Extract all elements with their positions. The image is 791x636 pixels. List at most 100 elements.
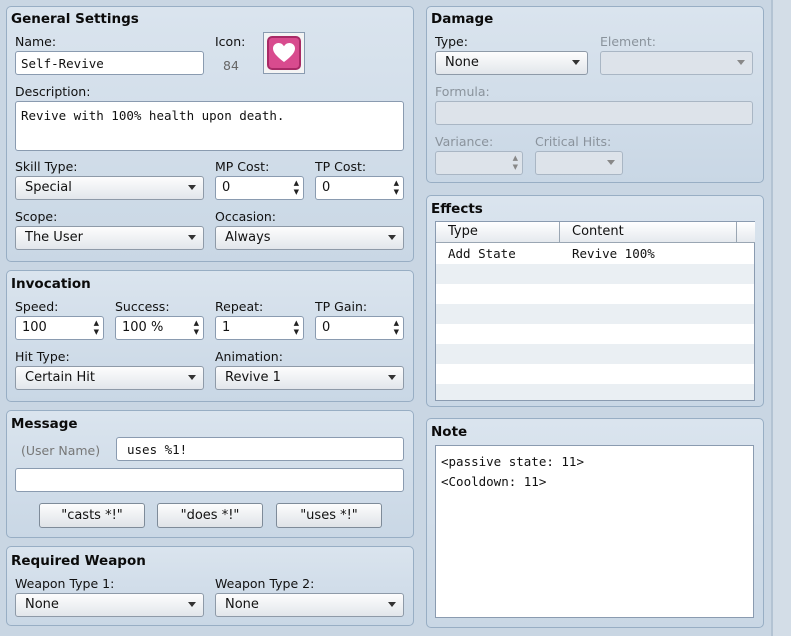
animation-label: Animation: — [215, 349, 283, 364]
formula-input[interactable] — [435, 101, 753, 125]
success-value: 100 % — [122, 320, 164, 335]
casts-button[interactable]: "casts *!" — [39, 503, 145, 528]
damage-type-label: Type: — [435, 34, 468, 49]
skill-type-label: Skill Type: — [15, 159, 78, 174]
hit-type-value: Certain Hit — [25, 370, 95, 385]
effect-type-cell: Add State — [448, 246, 516, 261]
scope-label: Scope: — [15, 209, 58, 224]
damage-title: Damage — [431, 11, 494, 27]
table-row[interactable] — [436, 384, 754, 400]
spin-arrows-icon[interactable]: ▲ ▼ — [394, 319, 399, 337]
spin-arrows-icon[interactable]: ▲ ▼ — [94, 319, 99, 337]
does-button[interactable]: "does *!" — [157, 503, 263, 528]
speed-stepper[interactable]: 100 ▲ ▼ — [15, 316, 104, 340]
chevron-down-icon — [188, 602, 196, 607]
description-input[interactable]: Revive with 100% health upon death. — [15, 101, 404, 151]
variance-stepper[interactable]: ▲ ▼ — [435, 151, 523, 175]
mp-cost-value: 0 — [222, 180, 231, 195]
uses-button[interactable]: "uses *!" — [276, 503, 382, 528]
chevron-down-icon — [607, 160, 615, 165]
weapon-type2-value: None — [225, 597, 259, 612]
occasion-label: Occasion: — [215, 209, 277, 224]
occasion-value: Always — [225, 230, 271, 245]
success-label: Success: — [115, 299, 170, 314]
chevron-down-icon — [388, 235, 396, 240]
weapon-type2-select[interactable]: None — [215, 593, 404, 617]
formula-label: Formula: — [435, 84, 490, 99]
table-row[interactable] — [436, 324, 754, 344]
effects-column-type[interactable]: Type — [436, 222, 560, 243]
weapon-type2-label: Weapon Type 2: — [215, 576, 315, 591]
icon-selector[interactable] — [263, 32, 305, 74]
damage-type-value: None — [445, 55, 479, 70]
general-settings-title: General Settings — [11, 11, 139, 27]
icon-index: 84 — [223, 58, 239, 73]
element-label: Element: — [600, 34, 656, 49]
scope-value: The User — [25, 230, 83, 245]
message-line1-input[interactable]: uses %1! — [116, 437, 404, 461]
note-title: Note — [431, 424, 468, 440]
required-weapon-title: Required Weapon — [11, 553, 146, 569]
animation-value: Revive 1 — [225, 370, 281, 385]
effects-table[interactable]: Type Content Add State Revive 100% — [435, 221, 755, 401]
message-line2-input[interactable] — [15, 468, 404, 492]
tp-cost-value: 0 — [322, 180, 331, 195]
element-select[interactable] — [600, 51, 753, 75]
spin-arrows-icon[interactable]: ▲ ▼ — [194, 319, 199, 337]
skill-type-value: Special — [25, 180, 72, 195]
chevron-down-icon — [188, 185, 196, 190]
effects-column-content[interactable]: Content — [560, 222, 737, 243]
spin-arrows-icon[interactable]: ▲ ▼ — [294, 179, 299, 197]
repeat-label: Repeat: — [215, 299, 264, 314]
success-stepper[interactable]: 100 % ▲ ▼ — [115, 316, 204, 340]
chevron-down-icon — [188, 235, 196, 240]
damage-type-select[interactable]: None — [435, 51, 588, 75]
tp-gain-stepper[interactable]: 0 ▲ ▼ — [315, 316, 404, 340]
weapon-type1-label: Weapon Type 1: — [15, 576, 115, 591]
repeat-value: 1 — [222, 320, 231, 335]
effects-column-extra — [737, 222, 755, 243]
variance-label: Variance: — [435, 134, 494, 149]
table-row[interactable]: Add State Revive 100% — [436, 244, 754, 264]
user-name-label: (User Name) — [21, 443, 101, 458]
scrollbar[interactable] — [773, 0, 791, 636]
scope-select[interactable]: The User — [15, 226, 204, 250]
weapon-type1-select[interactable]: None — [15, 593, 204, 617]
critical-hits-select[interactable] — [535, 151, 623, 175]
occasion-select[interactable]: Always — [215, 226, 404, 250]
effects-title: Effects — [431, 201, 483, 217]
critical-hits-label: Critical Hits: — [535, 134, 612, 149]
tp-cost-stepper[interactable]: 0 ▲ ▼ — [315, 176, 404, 200]
spin-arrows-icon[interactable]: ▲ ▼ — [394, 179, 399, 197]
description-label: Description: — [15, 84, 91, 99]
repeat-stepper[interactable]: 1 ▲ ▼ — [215, 316, 304, 340]
hit-type-label: Hit Type: — [15, 349, 70, 364]
message-title: Message — [11, 416, 78, 432]
name-input[interactable]: Self-Revive — [15, 51, 204, 75]
name-label: Name: — [15, 34, 57, 49]
table-row[interactable] — [436, 264, 754, 284]
animation-select[interactable]: Revive 1 — [215, 366, 404, 390]
note-line: <passive state: 11> — [441, 454, 584, 469]
chevron-down-icon — [737, 60, 745, 65]
mp-cost-stepper[interactable]: 0 ▲ ▼ — [215, 176, 304, 200]
spin-arrows-icon[interactable]: ▲ ▼ — [513, 154, 518, 172]
tp-gain-label: TP Gain: — [315, 299, 368, 314]
heart-icon — [267, 36, 301, 70]
hit-type-select[interactable]: Certain Hit — [15, 366, 204, 390]
note-line: <Cooldown: 11> — [441, 474, 547, 489]
tp-gain-value: 0 — [322, 320, 331, 335]
skill-type-select[interactable]: Special — [15, 176, 204, 200]
mp-cost-label: MP Cost: — [215, 159, 270, 174]
icon-label: Icon: — [215, 34, 246, 49]
note-textarea[interactable]: <passive state: 11> <Cooldown: 11> — [435, 445, 754, 618]
speed-value: 100 — [22, 320, 47, 335]
table-row[interactable] — [436, 284, 754, 304]
chevron-down-icon — [388, 375, 396, 380]
table-row[interactable] — [436, 304, 754, 324]
invocation-title: Invocation — [11, 276, 91, 292]
weapon-type1-value: None — [25, 597, 59, 612]
table-row[interactable] — [436, 344, 754, 364]
table-row[interactable] — [436, 364, 754, 384]
spin-arrows-icon[interactable]: ▲ ▼ — [294, 319, 299, 337]
